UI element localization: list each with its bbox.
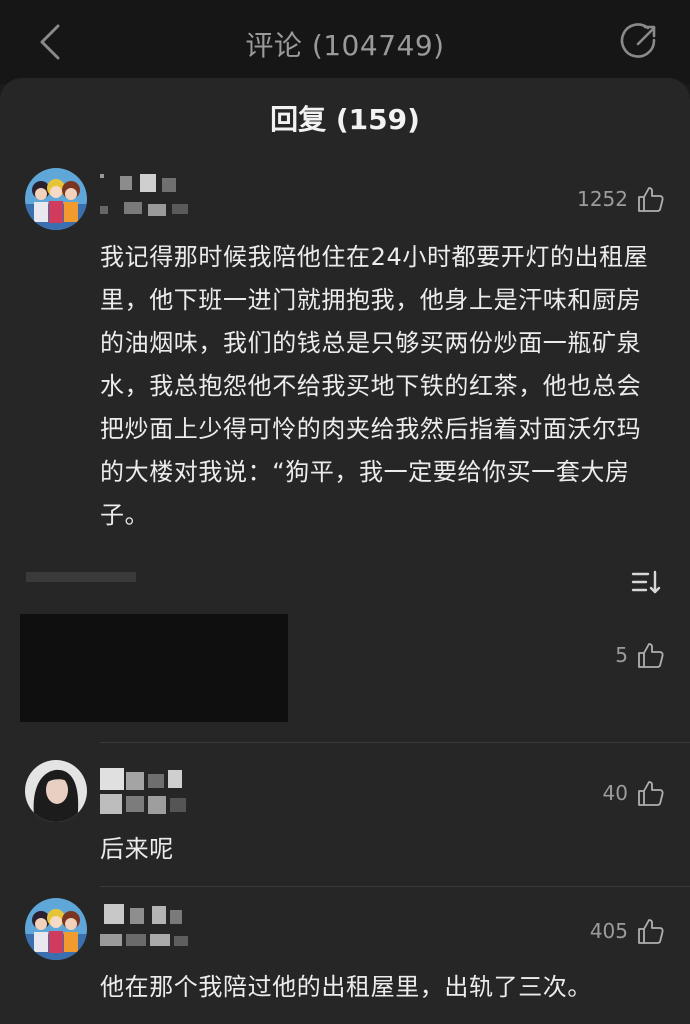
thumbs-up-icon <box>638 781 664 806</box>
avatar[interactable] <box>25 898 87 960</box>
divider <box>100 886 690 887</box>
anime-avatar-image <box>25 168 87 230</box>
redacted-content <box>20 614 288 722</box>
like-button[interactable]: 405 <box>590 914 666 948</box>
username-redacted[interactable] <box>100 904 192 952</box>
divider <box>100 742 690 743</box>
like-button[interactable]: 40 <box>603 776 666 810</box>
portrait-avatar-image <box>25 760 87 822</box>
like-button[interactable]: 5 <box>615 638 666 672</box>
like-count: 40 <box>602 781 628 805</box>
sort-icon <box>631 570 661 594</box>
page-title: 评论 (104749) <box>245 29 445 62</box>
like-count: 405 <box>589 919 628 943</box>
thumbs-up-icon <box>638 643 664 668</box>
avatar[interactable] <box>25 760 87 822</box>
sort-button[interactable] <box>630 566 662 598</box>
thumbs-up-icon <box>638 187 664 212</box>
share-button[interactable] <box>618 20 662 64</box>
username-redacted[interactable] <box>26 568 136 588</box>
like-count: 5 <box>615 643 628 667</box>
thumbs-up-icon <box>638 919 664 944</box>
username-redacted[interactable] <box>100 172 192 222</box>
like-button[interactable]: 1252 <box>577 182 666 216</box>
anime-avatar-image <box>25 898 87 960</box>
reply-sheet: 回复 (159) 1252 我记得那时候我陪他住在24小时都要开灯的出租屋里，他… <box>0 78 690 1024</box>
sheet-title: 回复 (159) <box>270 103 420 136</box>
top-bar: 评论 (104749) <box>0 0 690 84</box>
comment-text: 我记得那时候我陪他住在24小时都要开灯的出租屋里，他下班一进门就拥抱我，他身上是… <box>100 243 649 529</box>
comment-text: 他在那个我陪过他的出租屋里，出轨了三次。 <box>100 973 592 1001</box>
like-count: 1252 <box>577 187 628 211</box>
comment-text: 后来呢 <box>100 835 174 863</box>
username-redacted[interactable] <box>100 768 196 820</box>
share-icon <box>620 23 656 58</box>
avatar[interactable] <box>25 168 87 230</box>
